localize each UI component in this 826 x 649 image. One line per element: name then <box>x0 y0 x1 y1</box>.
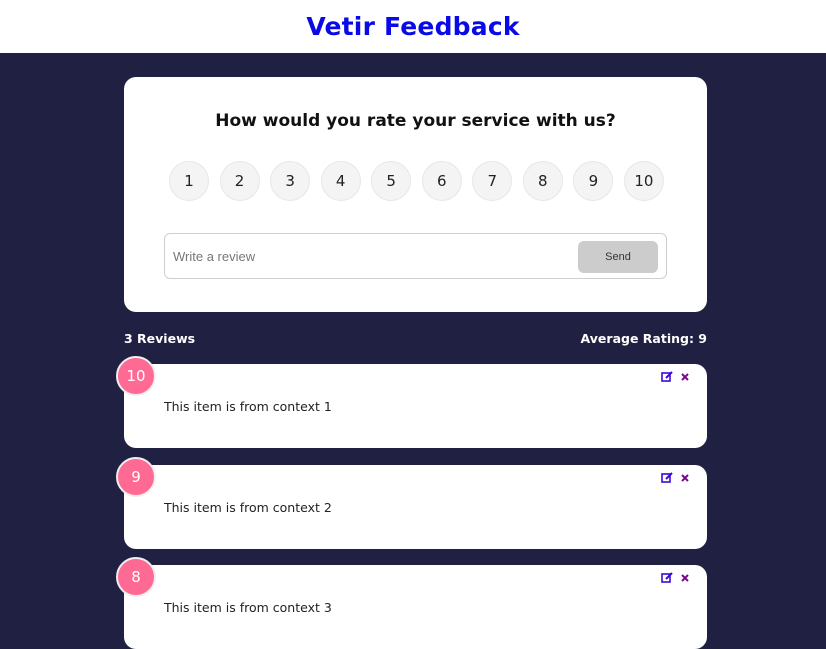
send-button[interactable]: Send <box>578 241 658 273</box>
rating-question: How would you rate your service with us? <box>215 111 616 131</box>
average-rating: Average Rating: 9 <box>580 330 707 346</box>
review-text: This item is from context 3 <box>164 600 332 615</box>
feedback-stats: 3 Reviews Average Rating: 9 <box>124 329 707 347</box>
rating-option-8[interactable]: 8 <box>522 161 563 201</box>
review-card: 9 This item is from context 2 <box>116 457 707 549</box>
rating-option-7[interactable]: 7 <box>472 161 513 201</box>
rating-option-1[interactable]: 1 <box>169 161 209 201</box>
close-icon[interactable] <box>679 472 691 484</box>
review-card: 10 This item is from context 1 <box>116 356 707 448</box>
rating-card: How would you rate your service with us?… <box>124 77 707 312</box>
edit-icon[interactable] <box>661 472 673 484</box>
review-card: 8 This item is from context 3 <box>116 557 707 649</box>
review-count: 3 Reviews <box>124 330 196 346</box>
rating-option-9[interactable]: 9 <box>573 161 614 201</box>
rating-option-2[interactable]: 2 <box>219 161 260 201</box>
rating-option-4[interactable]: 4 <box>320 161 361 201</box>
close-icon[interactable] <box>679 572 691 584</box>
review-rating-badge: 9 <box>116 457 156 497</box>
rating-option-5[interactable]: 5 <box>371 161 412 201</box>
app-title: Vetir Feedback <box>306 12 520 41</box>
review-actions <box>661 572 691 584</box>
rating-options: 1 2 3 4 5 6 7 8 9 10 <box>169 161 664 201</box>
rating-option-10[interactable]: 10 <box>623 161 664 201</box>
review-text: This item is from context 1 <box>164 399 332 414</box>
edit-icon[interactable] <box>661 572 673 584</box>
rating-option-3[interactable]: 3 <box>270 161 311 201</box>
close-icon[interactable] <box>679 371 691 383</box>
header: Vetir Feedback <box>0 0 826 53</box>
review-actions <box>661 472 691 484</box>
review-rating-badge: 10 <box>116 356 156 396</box>
review-input[interactable] <box>173 242 573 270</box>
review-text: This item is from context 2 <box>164 500 332 515</box>
rating-option-6[interactable]: 6 <box>421 161 462 201</box>
review-actions <box>661 371 691 383</box>
edit-icon[interactable] <box>661 371 673 383</box>
review-rating-badge: 8 <box>116 557 156 597</box>
review-input-group: Send <box>164 233 667 279</box>
